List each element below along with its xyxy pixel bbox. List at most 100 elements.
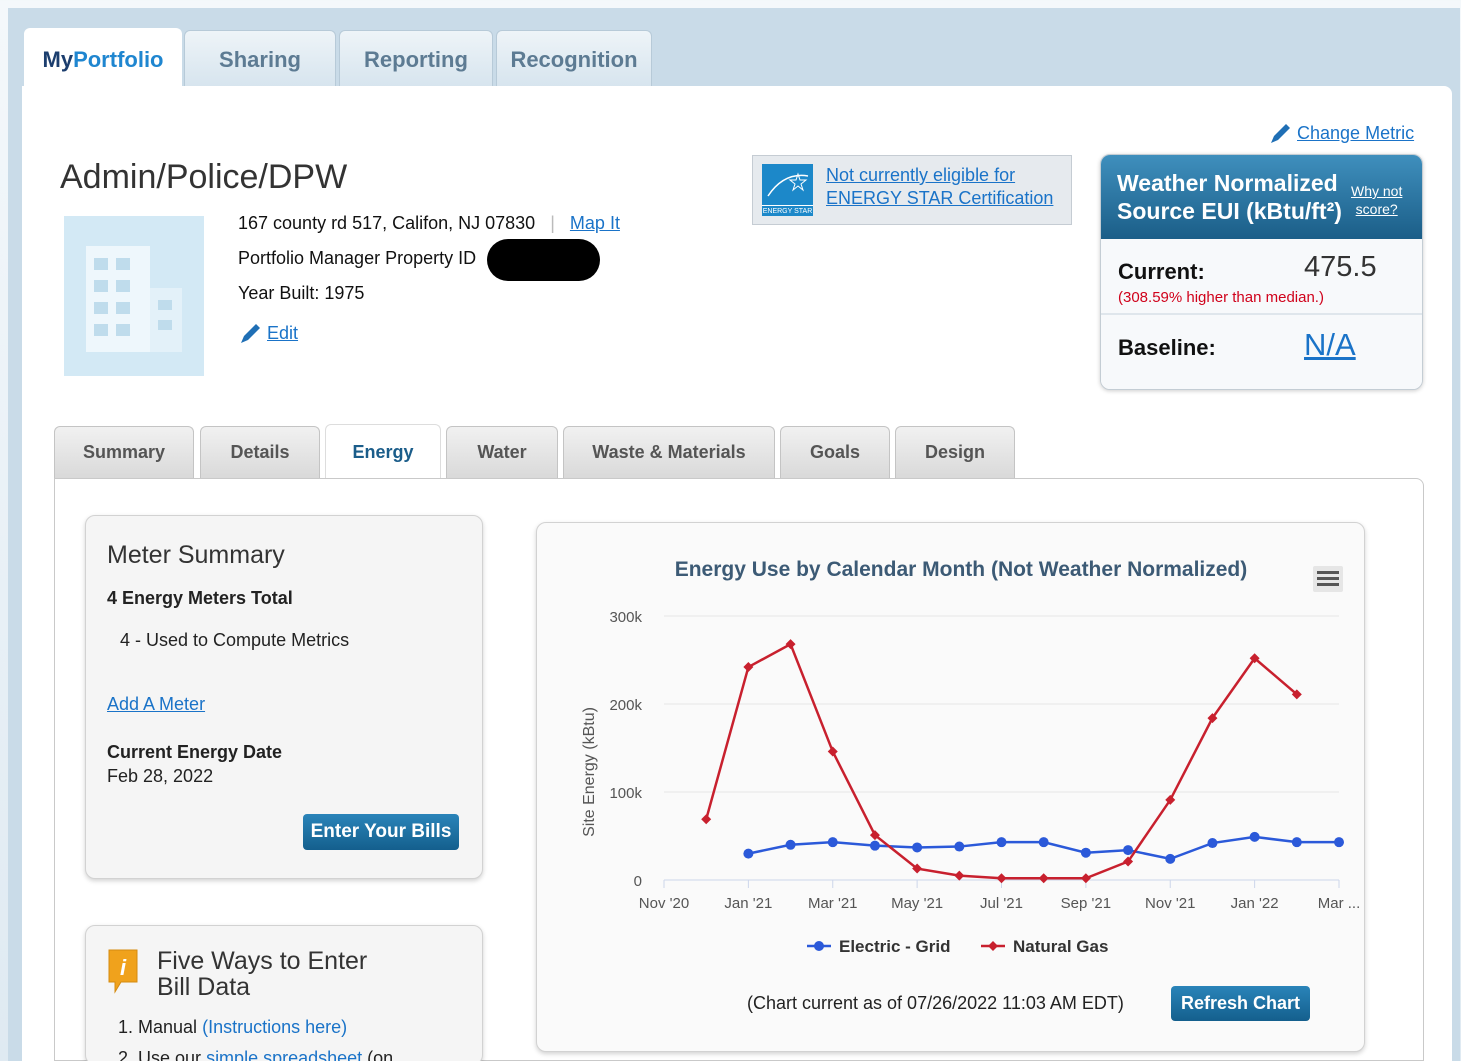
chart-current-as-of: (Chart current as of 07/26/2022 11:03 AM… bbox=[747, 993, 1124, 1013]
pencil-icon bbox=[241, 324, 260, 343]
x-tick-label: Jan '21 bbox=[724, 895, 772, 912]
data-point bbox=[1249, 831, 1260, 842]
tab-goals[interactable]: Goals bbox=[780, 426, 890, 478]
energy-chart: Energy Use by Calendar Month (Not Weathe… bbox=[581, 558, 1360, 956]
data-point bbox=[701, 814, 712, 825]
tab-recognition[interactable]: Recognition bbox=[496, 30, 652, 88]
data-point bbox=[1165, 853, 1176, 864]
why-not-score-link[interactable]: Why not score? bbox=[1351, 182, 1402, 218]
tab-design[interactable]: Design bbox=[895, 426, 1015, 478]
current-row: Current: 475.5 (308.59% higher than medi… bbox=[1101, 239, 1422, 315]
baseline-row: Baseline: N/A bbox=[1101, 315, 1422, 389]
meter-summary-title: Meter Summary bbox=[107, 541, 285, 569]
enter-bills-button[interactable]: Enter Your Bills bbox=[303, 814, 459, 850]
pencil-icon bbox=[1271, 124, 1290, 143]
year-built: Year Built: 1975 bbox=[238, 283, 365, 303]
five-ways-title-line1: Five Ways to Enter bbox=[157, 947, 368, 975]
separator: | bbox=[550, 213, 555, 233]
data-point bbox=[1038, 873, 1049, 884]
five-ways-item-2: 2. Use our simple spreadsheet (on bbox=[118, 1048, 393, 1061]
chart-title: Energy Use by Calendar Month (Not Weathe… bbox=[675, 558, 1248, 581]
data-point bbox=[1123, 845, 1134, 856]
current-label: Current: bbox=[1118, 259, 1205, 284]
y-tick-label: 0 bbox=[634, 873, 642, 890]
energy-star-status: ENERGY STAR Not currently eligible for E… bbox=[752, 155, 1072, 225]
current-energy-date-label: Current Energy Date bbox=[107, 742, 283, 762]
y-axis-label: Site Energy (kBtu) bbox=[581, 707, 598, 837]
logo-portfolio: Portfolio bbox=[73, 46, 164, 72]
energy-star-link-line2[interactable]: ENERGY STAR Certification bbox=[826, 187, 1053, 210]
change-metric[interactable]: Change Metric bbox=[1268, 122, 1414, 146]
baseline-label: Baseline: bbox=[1118, 335, 1216, 360]
pm-property-id: Portfolio Manager Property ID bbox=[238, 248, 477, 268]
x-tick-label: Sep '21 bbox=[1061, 895, 1111, 912]
legend-label[interactable]: Natural Gas bbox=[1013, 937, 1108, 956]
y-tick-label: 300k bbox=[609, 609, 642, 626]
data-point bbox=[996, 873, 1007, 884]
tab-energy[interactable]: Energy bbox=[325, 424, 441, 480]
meter-used: 4 - Used to Compute Metrics bbox=[120, 630, 350, 650]
item1-text: 1. Manual bbox=[118, 1017, 198, 1037]
chart-menu-icon[interactable] bbox=[1313, 566, 1343, 592]
tab-details[interactable]: Details bbox=[200, 426, 320, 478]
tab-waste-materials[interactable]: Waste & Materials bbox=[563, 426, 775, 478]
data-point bbox=[996, 837, 1007, 848]
metric-title-line2: Source EUI (kBtu/ft²) bbox=[1117, 198, 1342, 224]
data-point bbox=[1291, 837, 1302, 848]
data-point bbox=[912, 842, 923, 853]
x-tick-label: May '21 bbox=[891, 895, 943, 912]
x-tick-label: Mar '21 bbox=[808, 895, 858, 912]
property-address: 167 county rd 517, Califon, NJ 07830 bbox=[238, 213, 536, 233]
data-point bbox=[1080, 873, 1091, 884]
baseline-value-link[interactable]: N/A bbox=[1304, 327, 1356, 363]
data-point bbox=[954, 841, 965, 852]
data-point bbox=[743, 662, 754, 673]
x-tick-label: Nov '21 bbox=[1145, 895, 1195, 912]
tab-reporting[interactable]: Reporting bbox=[339, 30, 493, 88]
x-tick-label: Jul '21 bbox=[980, 895, 1023, 912]
five-ways-item-1: 1. Manual (Instructions here) bbox=[118, 1017, 347, 1038]
energy-star-link-line1[interactable]: Not currently eligible for bbox=[826, 164, 1053, 187]
five-ways-title: Five Ways to Enter Bill Data bbox=[157, 948, 367, 1000]
legend-label[interactable]: Electric - Grid bbox=[839, 937, 950, 956]
five-ways-box: i Five Ways to Enter Bill Data 1. Manual… bbox=[85, 925, 483, 1061]
why-line2[interactable]: score? bbox=[1351, 200, 1402, 218]
redaction-mark bbox=[487, 239, 600, 281]
metric-card-header: Weather Normalized Source EUI (kBtu/ft²)… bbox=[1101, 155, 1422, 239]
data-point bbox=[1207, 838, 1218, 849]
refresh-chart-button[interactable]: Refresh Chart bbox=[1171, 986, 1310, 1021]
energy-star-logo: ENERGY STAR bbox=[762, 164, 813, 216]
metric-title: Weather Normalized Source EUI (kBtu/ft²) bbox=[1117, 169, 1342, 225]
data-point bbox=[785, 639, 796, 650]
edit-row[interactable]: Edit bbox=[238, 322, 298, 346]
current-note: (308.59% higher than median.) bbox=[1118, 289, 1324, 306]
add-meter-link[interactable]: Add A Meter bbox=[107, 694, 205, 715]
meter-total: 4 Energy Meters Total bbox=[107, 588, 293, 608]
map-it-link[interactable]: Map It bbox=[570, 213, 620, 233]
data-point bbox=[785, 839, 796, 850]
tab-myportfolio[interactable]: My Portfolio bbox=[24, 28, 182, 90]
change-metric-link[interactable]: Change Metric bbox=[1297, 123, 1414, 143]
data-point bbox=[869, 840, 880, 851]
building-icon bbox=[64, 216, 204, 376]
instructions-link[interactable]: (Instructions here) bbox=[202, 1017, 347, 1037]
svg-text:i: i bbox=[120, 955, 127, 980]
spreadsheet-link[interactable]: simple spreadsheet bbox=[206, 1048, 362, 1061]
item2-text: 2. Use our bbox=[118, 1048, 202, 1061]
property-name: Admin/Police/DPW bbox=[60, 158, 348, 196]
tab-sharing[interactable]: Sharing bbox=[184, 30, 336, 88]
five-ways-title-line2: Bill Data bbox=[157, 973, 251, 1001]
x-tick-label: Jan '22 bbox=[1231, 895, 1279, 912]
data-point bbox=[1038, 837, 1049, 848]
energy-star-link[interactable]: Not currently eligible for ENERGY STAR C… bbox=[826, 164, 1053, 210]
metric-card: Weather Normalized Source EUI (kBtu/ft²)… bbox=[1100, 154, 1423, 390]
energy-star-logo-text: ENERGY STAR bbox=[762, 205, 813, 216]
edit-link[interactable]: Edit bbox=[267, 323, 298, 343]
why-line1[interactable]: Why not bbox=[1351, 182, 1402, 200]
y-tick-label: 200k bbox=[609, 697, 642, 714]
metric-title-line1: Weather Normalized bbox=[1117, 170, 1338, 196]
tab-summary[interactable]: Summary bbox=[54, 426, 194, 478]
current-value: 475.5 bbox=[1304, 251, 1377, 283]
tab-water[interactable]: Water bbox=[446, 426, 558, 478]
y-tick-label: 100k bbox=[609, 785, 642, 802]
